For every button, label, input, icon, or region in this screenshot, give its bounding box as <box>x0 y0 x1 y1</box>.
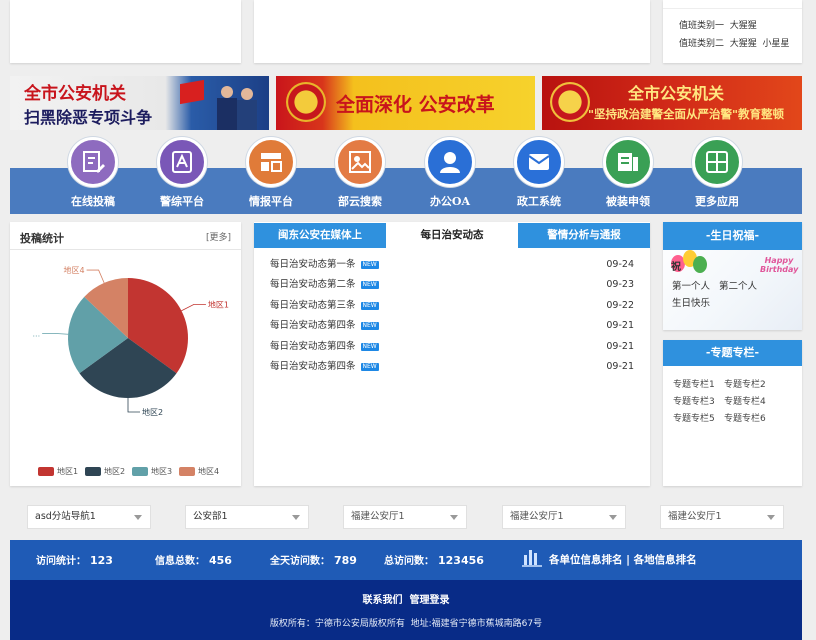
news-item[interactable]: 每日治安动态第一条 NEW 09-24 <box>270 255 642 275</box>
province-select-3[interactable]: 福建公安厅1 <box>660 505 784 529</box>
banner-education[interactable]: 全市公安机关 "坚持政治建警全面从严治警"教育整顿 <box>542 76 802 130</box>
footer-links[interactable]: 联系我们 管理登录 <box>10 591 802 606</box>
news-item[interactable]: 每日治安动态第二条 NEW 09-23 <box>270 275 642 295</box>
nav-more-apps[interactable]: 更多应用 <box>677 137 757 213</box>
nav-label: 情报平台 <box>249 195 293 208</box>
balloon-icon <box>693 256 707 273</box>
pie-chart: 地区1 地区2... 地区4 <box>33 265 230 417</box>
chevron-down-icon <box>609 515 617 520</box>
nav-label: 警综平台 <box>160 195 204 208</box>
office-oa-icon <box>425 137 475 187</box>
footer-copyright: 版权所有：宁德市公安局版权所有 地址:福建省宁德市蕉城南路67号 <box>269 619 543 629</box>
nav-uniform-apply[interactable]: 被装申领 <box>588 137 668 213</box>
birthday-card-text: Happy Birthday <box>760 256 799 274</box>
site-nav-select[interactable]: asd分站导航1 <box>27 505 151 529</box>
uniform-apply-icon <box>603 137 653 187</box>
intelligence-icon <box>246 137 296 187</box>
news-panel: 每日治安动态第一条 NEW 09-24 每日治安动态第二条 NEW 09-23 每日治安… <box>254 222 650 486</box>
banner-anti-crime[interactable]: 全市公安机关 扫黑除恶专项斗争 <box>10 76 269 130</box>
ministry-select[interactable]: 公安部1 <box>185 505 309 529</box>
cloud-search-icon <box>335 137 385 187</box>
topic-link-5[interactable]: 专题专栏5 <box>673 411 715 424</box>
province-select-1[interactable]: 福建公安厅1 <box>343 505 467 529</box>
topics-panel: -专题专栏- 专题专栏1 专题专栏2 专题专栏3 专题专栏4 专题专栏5 专题专… <box>663 340 802 486</box>
legend-item-4[interactable]: 地区4 <box>179 466 219 477</box>
pie-label-3: ... <box>33 329 41 338</box>
nav-label: 部云搜索 <box>338 195 382 208</box>
banner-reform[interactable]: 全面深化 公安改革 <box>276 76 535 130</box>
footer <box>10 580 802 640</box>
stat-daily-visits: 全天访问数： 789 <box>270 554 357 567</box>
duty-row-1: 值班类别一 大猩猩 <box>679 21 757 31</box>
chevron-down-icon <box>292 515 300 520</box>
stat-total-visits: 总访问数： 123456 <box>384 554 484 567</box>
pie-label-line-2 <box>127 398 140 413</box>
top-card-middle <box>254 0 650 63</box>
nav-cloud-search[interactable]: 部云搜索 <box>320 137 400 213</box>
stats-title: 投稿统计 <box>20 232 64 245</box>
news-item[interactable]: 每日治安动态第四条 NEW 09-21 <box>270 316 642 336</box>
birthday-panel: -生日祝福- 祝 Happy Birthday 第一个人 第二个人 生日快乐 <box>663 222 802 330</box>
police-figures-icon <box>215 82 263 130</box>
bar-chart-icon <box>522 547 542 567</box>
submission-stats-panel: 投稿统计 [更多] 地区1 地区2... 地区4 地区1 地区2 地区3 地区4 <box>10 222 241 486</box>
ranking-links[interactable]: 各单位信息排名 | 各地信息排名 <box>549 552 697 567</box>
tab-analysis[interactable]: 警情分析与通报 <box>518 223 650 248</box>
topic-link-3[interactable]: 专题专栏3 <box>673 394 715 407</box>
chevron-down-icon <box>450 515 458 520</box>
more-apps-icon <box>692 137 742 187</box>
nav-online-submission[interactable]: 在线投稿 <box>53 137 133 213</box>
pie-label-4: 地区4 <box>64 265 85 275</box>
chevron-down-icon <box>767 515 775 520</box>
news-item[interactable]: 每日治安动态第四条 NEW 09-21 <box>270 337 642 357</box>
police-emblem-icon <box>286 82 326 122</box>
birthday-wish: 生日快乐 <box>672 298 711 309</box>
birthday-names: 第一个人 第二个人 <box>672 281 758 292</box>
stat-visits: 访问统计： 123 <box>36 554 113 567</box>
stat-total-info: 信息总数： 456 <box>155 554 232 567</box>
emblem-icon <box>550 82 590 122</box>
nav-political-system[interactable]: 政工系统 <box>499 137 579 213</box>
chevron-down-icon <box>134 515 142 520</box>
nav-label: 政工系统 <box>517 195 561 208</box>
nav-label: 被装申领 <box>606 195 650 208</box>
nav-label: 在线投稿 <box>71 195 115 208</box>
news-item[interactable]: 每日治安动态第三条 NEW 09-22 <box>270 296 642 316</box>
topic-link-4[interactable]: 专题专栏4 <box>724 394 766 407</box>
stats-more-link[interactable]: [更多] <box>206 230 231 243</box>
legend-item-2[interactable]: 地区2 <box>85 466 125 477</box>
province-select-2[interactable]: 福建公安厅1 <box>502 505 626 529</box>
submission-icon <box>68 137 118 187</box>
nav-police-platform[interactable]: 警综平台 <box>142 137 222 213</box>
topic-link-6[interactable]: 专题专栏6 <box>724 411 766 424</box>
nav-office-oa[interactable]: 办公OA <box>410 137 490 213</box>
flag-icon <box>180 79 204 105</box>
pie-label-1: 地区1 <box>208 299 229 309</box>
duty-card: 值班类别一 大猩猩 值班类别二 大猩猩 小星星 <box>663 0 802 63</box>
pie-label-line-3 <box>42 332 69 335</box>
news-item[interactable]: 每日治安动态第四条 NEW 09-21 <box>270 357 642 377</box>
topic-link-2[interactable]: 专题专栏2 <box>724 377 766 390</box>
pie-label-2: 地区2 <box>142 407 163 417</box>
duty-row-2: 值班类别二 大猩猩 小星星 <box>679 39 790 49</box>
tab-media[interactable]: 闽东公安在媒体上 <box>254 223 386 248</box>
top-card-left <box>10 0 241 63</box>
nav-label: 办公OA <box>429 195 471 208</box>
nav-intelligence[interactable]: 情报平台 <box>231 137 311 213</box>
tab-daily-security[interactable]: 每日治安动态 <box>386 223 518 248</box>
police-platform-icon <box>157 137 207 187</box>
legend-item-1[interactable]: 地区1 <box>38 466 78 477</box>
nav-label: 更多应用 <box>695 195 739 208</box>
topic-link-1[interactable]: 专题专栏1 <box>673 377 715 390</box>
topics-title: -专题专栏- <box>663 340 802 366</box>
legend-item-3[interactable]: 地区3 <box>132 466 172 477</box>
pie-label-line-1 <box>181 304 206 312</box>
pie-label-line-4 <box>86 269 105 284</box>
birthday-balloon-text: 祝 <box>671 262 681 273</box>
political-system-icon <box>514 137 564 187</box>
birthday-title: -生日祝福- <box>663 222 802 250</box>
